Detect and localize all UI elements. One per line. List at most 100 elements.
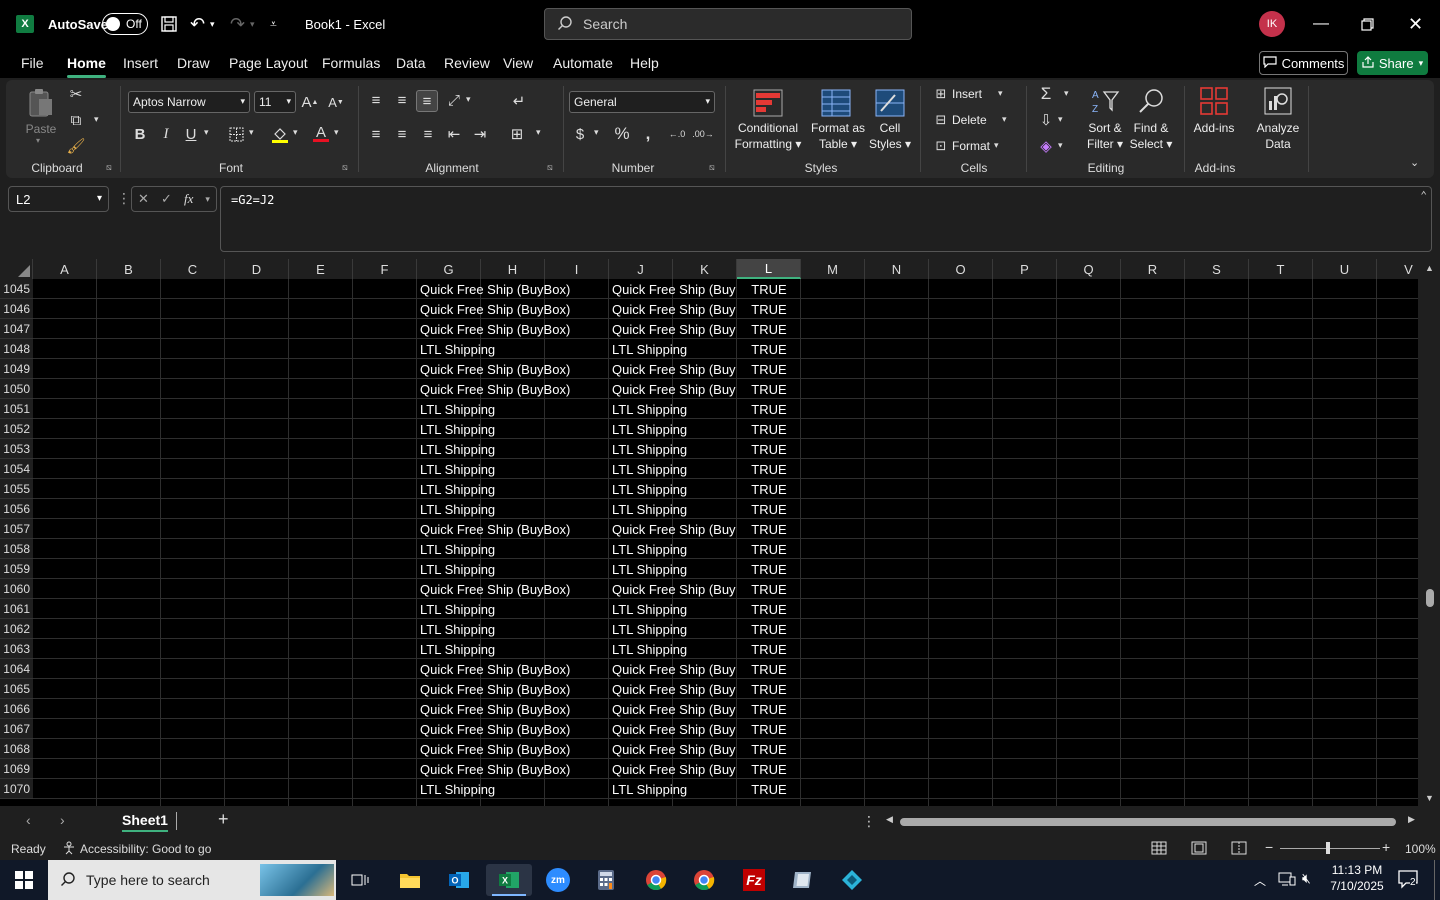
row-header[interactable]: 1063 — [0, 639, 33, 659]
decrease-indent-icon[interactable]: ⇤ — [444, 123, 464, 145]
font-family-select[interactable]: Aptos Narrow ▾ — [128, 91, 250, 113]
zoom-out-icon[interactable]: − — [1265, 839, 1273, 855]
dialog-launcher-icon[interactable]: ⧅ — [547, 162, 553, 173]
align-middle-icon[interactable]: ≡ — [392, 90, 412, 110]
cell-g[interactable]: Quick Free Ship (BuyBox) — [420, 719, 608, 739]
cell-j[interactable]: LTL Shipping — [612, 499, 737, 519]
align-center-icon[interactable]: ≡ — [392, 123, 412, 145]
number-format-select[interactable]: General ▾ — [569, 91, 715, 113]
zoom-in-icon[interactable]: + — [1382, 839, 1390, 855]
insert-dropdown-icon[interactable]: ▾ — [998, 88, 1003, 99]
paste-dropdown-icon[interactable]: ▾ — [36, 136, 40, 145]
bold-icon[interactable]: B — [130, 123, 150, 145]
chrome-profile-icon[interactable] — [684, 864, 724, 896]
row-header[interactable]: 1054 — [0, 459, 33, 479]
column-header-n[interactable]: N — [865, 259, 929, 279]
dialog-launcher-icon[interactable]: ⧅ — [709, 162, 715, 173]
italic-icon[interactable]: I — [156, 123, 176, 145]
chevron-up-icon[interactable]: ︿ — [1254, 872, 1266, 889]
cell-j[interactable]: Quick Free Ship (Buy — [612, 359, 737, 379]
cell-g[interactable]: LTL Shipping — [420, 339, 608, 359]
filezilla-icon[interactable]: Fz — [734, 864, 774, 896]
autosave-toggle[interactable]: Off — [102, 0, 148, 48]
more-options-icon[interactable]: ⋮ — [862, 813, 876, 830]
align-right-icon[interactable]: ≡ — [418, 123, 438, 145]
cell-j[interactable]: Quick Free Ship (Buy — [612, 699, 737, 719]
cell-j[interactable]: LTL Shipping — [612, 339, 737, 359]
cell-l[interactable]: TRUE — [737, 579, 801, 599]
scroll-up-icon[interactable]: ▲ — [1425, 263, 1434, 273]
column-header-q[interactable]: Q — [1057, 259, 1121, 279]
network-icon[interactable] — [1278, 871, 1296, 890]
cell-j[interactable]: LTL Shipping — [612, 439, 737, 459]
show-desktop-button[interactable] — [1434, 860, 1435, 900]
horizontal-scroll-thumb[interactable] — [900, 818, 1396, 826]
vertical-scrollbar[interactable]: ▲ ▼ — [1418, 259, 1440, 806]
format-as-table-label[interactable]: Format as Table ▾ — [808, 120, 868, 152]
comments-button[interactable]: Comments — [1259, 51, 1348, 75]
decrease-decimal-icon[interactable]: .00→ — [692, 123, 714, 145]
cell-g[interactable]: Quick Free Ship (BuyBox) — [420, 659, 608, 679]
tab-data[interactable]: Data — [396, 48, 426, 78]
cell-g[interactable]: LTL Shipping — [420, 419, 608, 439]
row-header[interactable]: 1062 — [0, 619, 33, 639]
cell-g[interactable]: Quick Free Ship (BuyBox) — [420, 699, 608, 719]
excel-taskbar-icon[interactable]: X — [486, 864, 532, 896]
add-sheet-icon[interactable]: + — [218, 809, 229, 830]
row-header[interactable]: 1068 — [0, 739, 33, 759]
restore-icon[interactable] — [1361, 0, 1374, 48]
cell-j[interactable]: Quick Free Ship (Buy — [612, 279, 737, 299]
delete-cells-icon[interactable]: ⊟ — [932, 112, 950, 128]
cell-g[interactable]: Quick Free Ship (BuyBox) — [420, 279, 608, 299]
search-box[interactable]: Search — [544, 8, 912, 40]
fill-color-dropdown-icon[interactable]: ▾ — [293, 127, 298, 138]
cell-g[interactable]: Quick Free Ship (BuyBox) — [420, 519, 608, 539]
tab-view[interactable]: View — [503, 48, 533, 78]
page-break-view-icon[interactable] — [1231, 840, 1247, 859]
dialog-launcher-icon[interactable]: ⧅ — [342, 162, 348, 173]
underline-dropdown-icon[interactable]: ▾ — [204, 127, 209, 138]
column-header-d[interactable]: D — [225, 259, 289, 279]
cell-l[interactable]: TRUE — [737, 379, 801, 399]
font-size-select[interactable]: 11 ▾ — [254, 91, 296, 113]
windows-start-icon[interactable] — [4, 864, 44, 896]
column-header-c[interactable]: C — [161, 259, 225, 279]
cell-l[interactable]: TRUE — [737, 679, 801, 699]
cell-l[interactable]: TRUE — [737, 279, 801, 299]
column-header-g[interactable]: G — [417, 259, 481, 279]
cell-g[interactable]: Quick Free Ship (BuyBox) — [420, 759, 608, 779]
row-header[interactable]: 1056 — [0, 499, 33, 519]
name-box[interactable]: L2 ▾ — [8, 186, 109, 212]
font-color-icon[interactable]: A — [311, 123, 331, 145]
tab-automate[interactable]: Automate — [553, 48, 613, 78]
close-icon[interactable]: ✕ — [1408, 0, 1423, 48]
autosum-dropdown-icon[interactable]: ▾ — [1064, 88, 1069, 99]
analyze-data-icon[interactable] — [1262, 86, 1294, 116]
tab-draw[interactable]: Draw — [177, 48, 210, 78]
more-options-icon[interactable]: ⋮ — [117, 190, 131, 207]
chevron-down-icon[interactable]: ▾ — [205, 194, 210, 205]
tab-file[interactable]: File — [21, 48, 44, 78]
zoom-level[interactable]: 100% — [1405, 842, 1436, 856]
font-color-dropdown-icon[interactable]: ▾ — [334, 127, 339, 138]
column-header-s[interactable]: S — [1185, 259, 1249, 279]
redo-dropdown-icon[interactable]: ▾ — [250, 0, 255, 48]
row-header[interactable]: 1066 — [0, 699, 33, 719]
copy-dropdown-icon[interactable]: ▾ — [94, 114, 99, 125]
share-button[interactable]: Share ▾ — [1357, 51, 1428, 75]
volume-muted-icon[interactable]: 🔇︎ — [1302, 870, 1311, 887]
cell-l[interactable]: TRUE — [737, 759, 801, 779]
find-select-icon[interactable] — [1136, 86, 1166, 116]
cell-g[interactable]: Quick Free Ship (BuyBox) — [420, 319, 608, 339]
next-sheet-icon[interactable]: › — [60, 812, 65, 828]
cell-j[interactable]: LTL Shipping — [612, 779, 737, 799]
row-header[interactable]: 1046 — [0, 299, 33, 319]
borders-dropdown-icon[interactable]: ▾ — [249, 127, 254, 138]
currency-icon[interactable]: $ — [572, 123, 588, 145]
analyze-data-label[interactable]: Analyze Data — [1254, 120, 1302, 152]
cell-l[interactable]: TRUE — [737, 739, 801, 759]
cell-g[interactable]: Quick Free Ship (BuyBox) — [420, 359, 608, 379]
column-header-a[interactable]: A — [33, 259, 97, 279]
cell-l[interactable]: TRUE — [737, 599, 801, 619]
cell-j[interactable]: LTL Shipping — [612, 619, 737, 639]
